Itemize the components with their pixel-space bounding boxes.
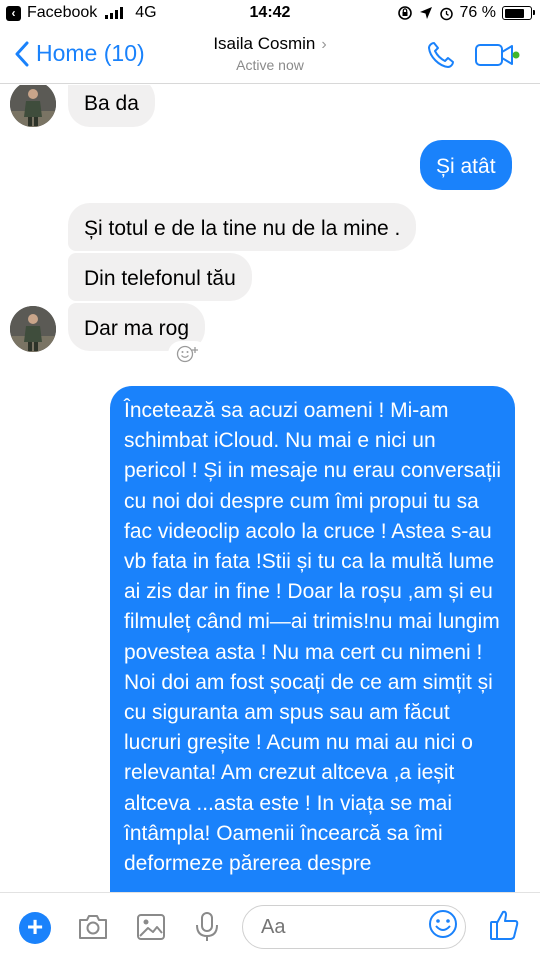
location-icon bbox=[419, 7, 432, 19]
back-to-app-icon[interactable]: ‹ bbox=[6, 5, 21, 21]
phone-icon[interactable] bbox=[426, 40, 456, 70]
alarm-icon bbox=[439, 7, 453, 20]
thumbs-up-icon[interactable] bbox=[488, 907, 520, 943]
video-camera-icon[interactable] bbox=[474, 42, 520, 68]
online-indicator bbox=[512, 51, 520, 59]
carrier-label: Facebook bbox=[27, 4, 98, 21]
contact-title[interactable]: Isaila Cosmin › Active now bbox=[0, 34, 540, 73]
incoming-message[interactable]: Din telefonul tău bbox=[68, 253, 252, 301]
chevron-right-icon: › bbox=[321, 36, 327, 53]
outgoing-message[interactable]: Încetează sa acuzi oameni ! Mi-am schimb… bbox=[110, 386, 515, 892]
contact-name: Isaila Cosmin bbox=[213, 34, 316, 53]
message-thread[interactable]: Ba da Și atât Și totul e de la tine nu d… bbox=[0, 85, 540, 892]
status-left: ‹ Facebook 4G bbox=[6, 4, 157, 22]
incoming-message[interactable]: Și totul e de la tine nu de la mine . bbox=[68, 203, 417, 251]
outgoing-message[interactable]: Și atât bbox=[420, 140, 512, 190]
active-status: Active now bbox=[236, 57, 304, 73]
plus-icon[interactable]: + bbox=[19, 912, 51, 944]
signal-strength-icon bbox=[105, 7, 124, 19]
incoming-message[interactable]: Ba da bbox=[68, 85, 155, 127]
battery-fill bbox=[504, 8, 524, 18]
add-reaction-button[interactable] bbox=[168, 341, 208, 367]
conversation-header: Home (10) Isaila Cosmin › Active now bbox=[0, 28, 540, 84]
battery-icon bbox=[502, 6, 535, 20]
status-bar: ‹ Facebook 4G 14:42 76 % bbox=[0, 0, 540, 28]
camera-icon[interactable] bbox=[76, 910, 110, 944]
rotation-lock-icon bbox=[397, 6, 412, 20]
network-label: 4G bbox=[135, 4, 157, 21]
avatar[interactable] bbox=[10, 85, 56, 127]
microphone-icon[interactable] bbox=[190, 910, 224, 944]
message-composer: + bbox=[0, 892, 540, 960]
avatar[interactable] bbox=[10, 306, 56, 352]
gallery-icon[interactable] bbox=[134, 910, 168, 944]
status-right: 76 % bbox=[397, 4, 535, 22]
battery-percent: 76 % bbox=[459, 4, 496, 21]
emoji-icon[interactable] bbox=[426, 907, 460, 941]
add-reaction-icon bbox=[176, 345, 198, 363]
